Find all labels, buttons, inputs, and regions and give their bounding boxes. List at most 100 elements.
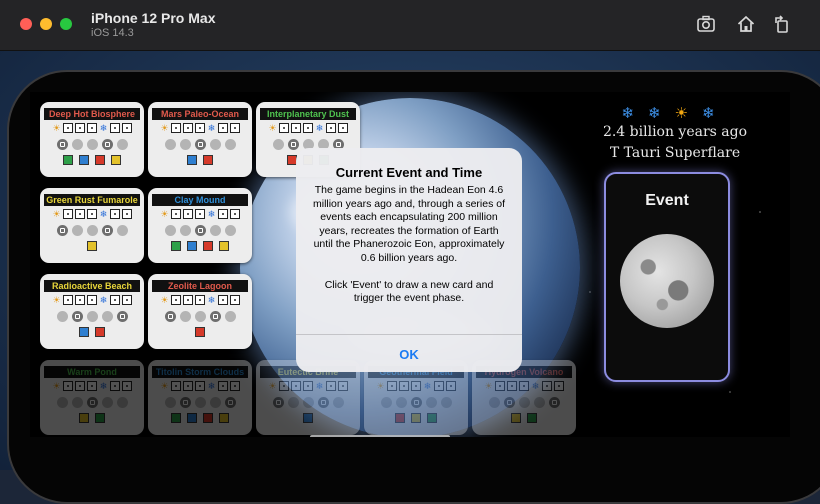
slot-icon [56, 311, 68, 322]
event-button[interactable]: Event [604, 172, 730, 382]
slot-icon [272, 397, 284, 408]
card-slot-row [148, 225, 252, 236]
game-card[interactable]: Zeolite Lagoon ☀ ❄ [148, 274, 252, 349]
slot-icon [194, 225, 206, 236]
card-resource-row [40, 241, 144, 251]
die-icon [411, 381, 421, 391]
card-slot-row [148, 139, 252, 150]
slot-icon [86, 139, 98, 150]
snowflake-icon: ❄ [99, 294, 108, 305]
slot-icon [503, 397, 515, 408]
slot-icon [533, 397, 545, 408]
home-icon[interactable] [736, 14, 756, 34]
resource-square-icon [203, 241, 213, 251]
resource-square-icon [303, 413, 313, 423]
slot-icon [548, 397, 560, 408]
game-card[interactable]: Mars Paleo-Ocean ☀ ❄ [148, 102, 252, 177]
die-icon [230, 295, 240, 305]
slot-icon [101, 397, 113, 408]
slot-icon [518, 397, 530, 408]
die-icon [63, 209, 73, 219]
die-icon [218, 381, 228, 391]
slot-icon [164, 397, 176, 408]
ok-button[interactable]: OK [296, 347, 522, 362]
close-window-button[interactable] [20, 18, 32, 30]
die-icon [218, 295, 228, 305]
home-indicator[interactable] [310, 435, 450, 437]
alert-title: Current Event and Time [335, 165, 483, 180]
sun-icon: ☀ [160, 208, 169, 219]
game-card[interactable]: Green Rust Fumarole ☀ ❄ [40, 188, 144, 263]
sun-icon: ☀ [160, 122, 169, 133]
slot-icon [425, 397, 437, 408]
resource-square-icon [187, 413, 197, 423]
resource-square-icon [187, 241, 197, 251]
die-icon [183, 123, 193, 133]
die-icon [338, 123, 348, 133]
slot-icon [116, 397, 128, 408]
die-icon [303, 381, 313, 391]
snowflake-icon: ❄ [621, 105, 648, 122]
card-climate-row: ☀ ❄ [148, 381, 252, 391]
card-title: Mars Paleo-Ocean [152, 108, 248, 120]
resource-square-icon [171, 241, 181, 251]
card-slot-row [40, 225, 144, 236]
snowflake-icon: ❄ [531, 380, 540, 391]
card-slot-row [40, 397, 144, 408]
die-icon [230, 123, 240, 133]
sun-icon: ☀ [52, 294, 61, 305]
slot-icon [287, 397, 299, 408]
die-icon [195, 295, 205, 305]
slot-icon [179, 397, 191, 408]
card-resource-row [148, 241, 252, 251]
resource-square-icon [411, 413, 421, 423]
slot-icon [56, 397, 68, 408]
card-slot-row [148, 311, 252, 322]
card-slot-row [40, 311, 144, 322]
sun-icon: ☀ [52, 122, 61, 133]
slot-icon [86, 225, 98, 236]
slot-icon [71, 225, 83, 236]
game-card[interactable]: Radioactive Beach ☀ ❄ [40, 274, 144, 349]
device-name: iPhone 12 Pro Max [91, 10, 216, 26]
die-icon [519, 381, 529, 391]
slot-icon [71, 139, 83, 150]
card-title: Interplanetary Dust [260, 108, 356, 120]
game-card[interactable]: Deep Hot Biosphere ☀ ❄ [40, 102, 144, 177]
slot-icon [179, 139, 191, 150]
zoom-window-button[interactable] [60, 18, 72, 30]
die-icon [171, 295, 181, 305]
die-icon [542, 381, 552, 391]
slot-icon [194, 139, 206, 150]
snowflake-icon: ❄ [207, 122, 216, 133]
die-icon [183, 209, 193, 219]
game-card[interactable]: Clay Mound ☀ ❄ [148, 188, 252, 263]
die-icon [218, 123, 228, 133]
card-climate-row: ☀ ❄ [256, 123, 360, 133]
resource-square-icon [195, 327, 205, 337]
screenshot-icon[interactable] [696, 14, 716, 34]
minimize-window-button[interactable] [40, 18, 52, 30]
sun-icon: ☀ [268, 380, 277, 391]
game-card[interactable]: Titolin Storm Clouds ☀ ❄ [148, 360, 252, 435]
slot-icon [86, 397, 98, 408]
die-icon [230, 209, 240, 219]
die-icon [63, 381, 73, 391]
card-climate-row: ☀ ❄ [148, 295, 252, 305]
weather-icons: ❄❄☀❄ [595, 104, 755, 122]
die-icon [122, 295, 132, 305]
card-climate-row: ☀ ❄ [40, 381, 144, 391]
status-panel: ❄❄☀❄ 2.4 billion years ago T Tauri Super… [595, 104, 755, 161]
die-icon [195, 123, 205, 133]
die-icon [230, 381, 240, 391]
card-resource-row [148, 327, 252, 337]
rotate-icon[interactable] [772, 14, 792, 34]
game-card[interactable]: Warm Pond ☀ ❄ [40, 360, 144, 435]
sun-icon: ☀ [376, 380, 385, 391]
die-icon [507, 381, 517, 391]
card-title: Clay Mound [152, 194, 248, 206]
die-icon [171, 381, 181, 391]
moon-icon [620, 234, 714, 328]
resource-square-icon [79, 155, 89, 165]
card-slot-row [364, 397, 468, 408]
